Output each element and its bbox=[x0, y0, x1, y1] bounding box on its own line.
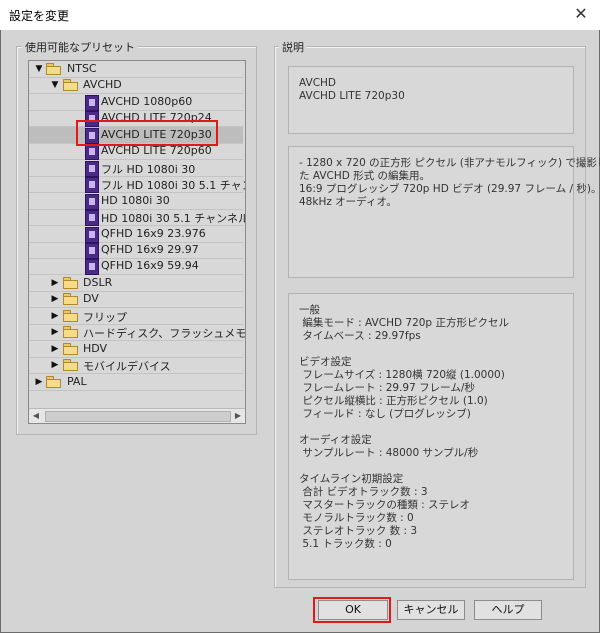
tree-folder-row[interactable]: ▼ NTSC bbox=[29, 61, 243, 78]
selected-preset-highlight bbox=[76, 120, 218, 146]
help-button[interactable]: ヘルプ bbox=[474, 600, 542, 620]
tree-item-label: フル HD 1080i 30 bbox=[101, 162, 196, 176]
tree-folder-row[interactable]: ▶ PAL bbox=[29, 374, 243, 391]
preset-details-box: 一般 編集モード : AVCHD 720p 正方形ピクセル タイムベース : 2… bbox=[288, 293, 574, 580]
folder-icon bbox=[63, 293, 78, 306]
tree-preset-row[interactable]: QFHD 16x9 29.97 bbox=[29, 242, 243, 259]
tree-item-label: QFHD 16x9 29.97 bbox=[101, 242, 199, 256]
tree-item-label: AVCHD LITE 720p60 bbox=[101, 144, 212, 158]
preset-tree[interactable]: ▼ NTSC ▼ AVCHD AVCHD 1080p60 AVCHD LITE 720p2… bbox=[28, 60, 246, 424]
expand-right-icon[interactable]: ▶ bbox=[50, 294, 60, 304]
preset-file-icon bbox=[85, 226, 99, 243]
tree-preset-row[interactable]: HD 1080i 30 bbox=[29, 193, 243, 210]
preset-file-icon bbox=[85, 259, 99, 276]
tree-item-label: フル HD 1080i 30 5.1 チャンネル bbox=[101, 179, 245, 193]
presets-group-label: 使用可能なプリセット bbox=[22, 39, 138, 55]
folder-icon bbox=[46, 375, 61, 388]
expand-right-icon[interactable]: ▶ bbox=[50, 311, 60, 321]
scroll-thumb[interactable] bbox=[45, 411, 231, 422]
tree-folder-row[interactable]: ▼ AVCHD bbox=[29, 77, 243, 95]
tree-item-label: DV bbox=[83, 292, 99, 306]
preset-name-text: AVCHD AVCHD LITE 720p30 bbox=[299, 77, 405, 102]
close-icon[interactable]: ✕ bbox=[570, 3, 592, 25]
tree-item-label: HD 1080i 30 5.1 チャンネル bbox=[101, 212, 246, 226]
tree-preset-row[interactable]: QFHD 16x9 23.976 bbox=[29, 226, 243, 243]
tree-horizontal-scrollbar[interactable]: ◀ ▶ bbox=[29, 408, 245, 423]
tree-item-label: HD 1080i 30 bbox=[101, 193, 170, 207]
folder-icon bbox=[46, 63, 61, 75]
expand-right-icon[interactable]: ▶ bbox=[50, 278, 60, 288]
preset-file-icon bbox=[85, 144, 99, 161]
preset-summary-box: - 1280 x 720 の正方形 ピクセル (非アナモルフィック) で撮影し … bbox=[288, 146, 600, 278]
tree-item-label: QFHD 16x9 59.94 bbox=[101, 259, 199, 273]
tree-item-label: モバイルデバイス bbox=[83, 360, 171, 374]
description-group-label: 説明 bbox=[279, 39, 307, 55]
expand-down-icon[interactable]: ▼ bbox=[34, 64, 44, 74]
folder-icon bbox=[63, 79, 78, 92]
preset-name-box: AVCHD AVCHD LITE 720p30 bbox=[288, 66, 574, 134]
ok-button-highlight bbox=[313, 597, 391, 623]
preset-file-icon bbox=[85, 210, 99, 227]
expand-right-icon[interactable]: ▶ bbox=[34, 377, 44, 387]
expand-right-icon[interactable]: ▶ bbox=[50, 344, 60, 354]
preset-file-icon bbox=[85, 177, 99, 194]
folder-icon bbox=[63, 342, 78, 355]
tree-item-label: NTSC bbox=[67, 62, 97, 75]
tree-item-label: PAL bbox=[67, 374, 87, 388]
tree-item-label: DSLR bbox=[83, 275, 113, 289]
tree-item-label: フリップ bbox=[83, 310, 127, 324]
cancel-button[interactable]: キャンセル bbox=[397, 600, 465, 620]
preset-file-icon bbox=[85, 242, 99, 259]
expand-down-icon[interactable]: ▼ bbox=[50, 80, 60, 90]
expand-right-icon[interactable]: ▶ bbox=[50, 360, 60, 370]
tree-folder-row[interactable]: ▶ ハードディスク、フラッシュメモリビデオ ... bbox=[29, 324, 246, 342]
scroll-right-icon[interactable]: ▶ bbox=[231, 409, 245, 423]
preset-file-icon bbox=[85, 160, 99, 177]
dialog-title: 設定を変更 bbox=[9, 9, 70, 23]
tree-item-label: ハードディスク、フラッシュメモリビデオ ... bbox=[83, 327, 246, 341]
tree-folder-row[interactable]: ▶ DV bbox=[29, 291, 243, 309]
tree-preset-row[interactable]: QFHD 16x9 59.94 bbox=[29, 258, 243, 276]
tree-preset-row[interactable]: フル HD 1080i 30 5.1 チャンネル bbox=[29, 176, 245, 194]
tree-preset-row[interactable]: HD 1080i 30 5.1 チャンネル bbox=[29, 209, 246, 227]
tree-folder-row[interactable]: ▶ フリップ bbox=[29, 308, 243, 325]
folder-icon bbox=[63, 309, 78, 322]
tree-item-label: AVCHD 1080p60 bbox=[101, 94, 193, 108]
tree-folder-row[interactable]: ▶ DSLR bbox=[29, 275, 243, 292]
dialog-titlebar: 設定を変更 ✕ bbox=[0, 0, 600, 30]
tree-folder-row[interactable]: ▶ モバイルデバイス bbox=[29, 357, 243, 375]
folder-icon bbox=[63, 326, 78, 339]
tree-preset-row[interactable]: AVCHD 1080p60 bbox=[29, 94, 243, 111]
preset-details-text: 一般 編集モード : AVCHD 720p 正方形ピクセル タイムベース : 2… bbox=[299, 304, 509, 550]
preset-file-icon bbox=[85, 94, 99, 111]
scroll-left-icon[interactable]: ◀ bbox=[29, 409, 43, 423]
tree-preset-row[interactable]: フル HD 1080i 30 bbox=[29, 160, 243, 177]
folder-icon bbox=[63, 276, 78, 289]
folder-icon bbox=[63, 359, 78, 372]
preset-file-icon bbox=[85, 193, 99, 210]
expand-right-icon[interactable]: ▶ bbox=[50, 327, 60, 337]
tree-item-label: QFHD 16x9 23.976 bbox=[101, 226, 206, 240]
tree-item-label: AVCHD bbox=[83, 78, 122, 92]
tree-item-label: HDV bbox=[83, 341, 108, 355]
tree-folder-row[interactable]: ▶ HDV bbox=[29, 341, 243, 358]
preset-summary-text: - 1280 x 720 の正方形 ピクセル (非アナモルフィック) で撮影し … bbox=[299, 157, 600, 208]
